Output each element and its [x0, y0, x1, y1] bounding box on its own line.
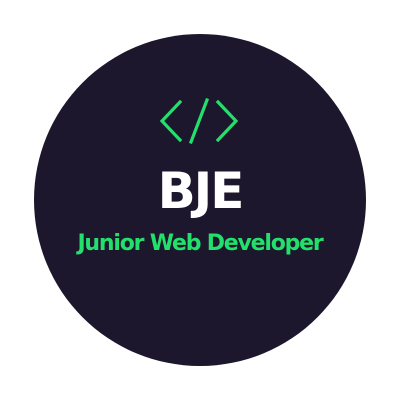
- logo-monogram: BJE: [157, 162, 245, 220]
- code-brackets-icon: [159, 98, 239, 144]
- logo-tagline: Junior Web Developer: [77, 231, 323, 256]
